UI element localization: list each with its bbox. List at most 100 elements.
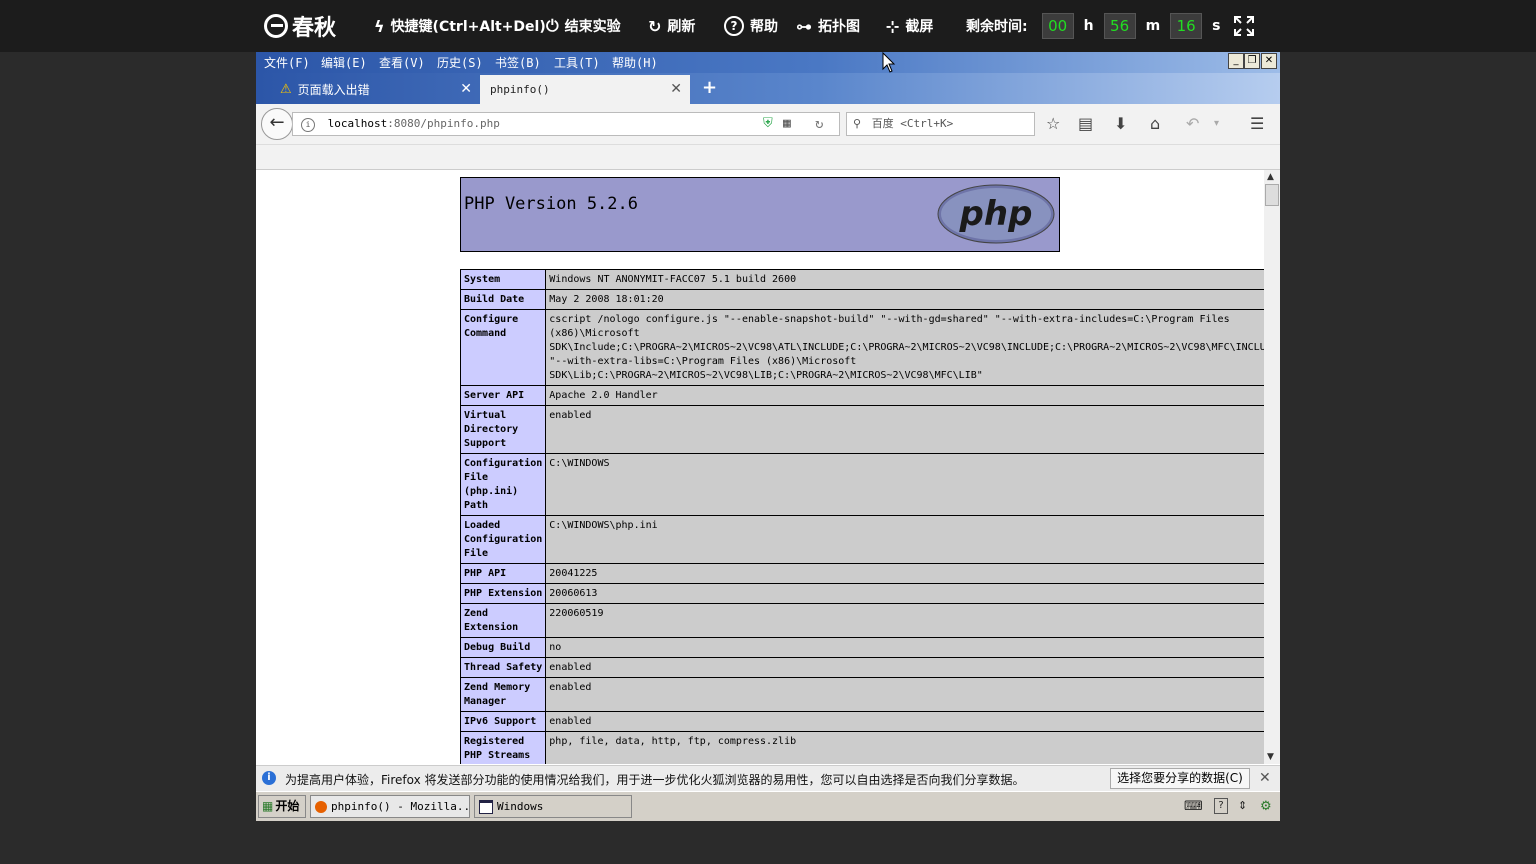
dropdown-icon[interactable]: ▾ bbox=[1214, 118, 1219, 129]
menu-help[interactable]: 帮助(H) bbox=[612, 54, 658, 71]
scroll-up-icon[interactable]: ▲ bbox=[1267, 172, 1274, 182]
minutes-value: 56 bbox=[1103, 13, 1136, 39]
row-value: no bbox=[545, 637, 1264, 658]
menu-bookmarks[interactable]: 书签(B) bbox=[495, 54, 541, 71]
undo-icon[interactable]: ↶ bbox=[1186, 114, 1199, 133]
menu-tools[interactable]: 工具(T) bbox=[554, 54, 600, 71]
browser-window: 文件(F) 编辑(E) 查看(V) 历史(S) 书签(B) 工具(T) 帮助(H… bbox=[256, 52, 1280, 821]
bookmark-star-icon[interactable]: ☆ bbox=[1046, 114, 1060, 133]
navigation-bar: ← i localhost:8080/phpinfo.php ⛨ ▦ ↻ ⚲ 百… bbox=[256, 104, 1280, 145]
home-icon[interactable]: ⌂ bbox=[1150, 114, 1160, 133]
row-key: IPv6 Support bbox=[459, 711, 547, 732]
menu-edit[interactable]: 编辑(E) bbox=[321, 54, 367, 71]
row-key: PHP API bbox=[459, 563, 547, 584]
row-value: May 2 2008 18:01:20 bbox=[545, 289, 1264, 310]
row-key: Thread Safety bbox=[459, 657, 547, 678]
refresh-label: 刷新 bbox=[667, 19, 696, 35]
menu-file[interactable]: 文件(F) bbox=[264, 54, 310, 71]
menu-bar: 文件(F) 编辑(E) 查看(V) 历史(S) 书签(B) 工具(T) 帮助(H… bbox=[256, 52, 1280, 73]
search-placeholder: 百度 <Ctrl+K> bbox=[871, 117, 954, 130]
row-key: PHP Extension bbox=[459, 583, 547, 604]
topology-label: 拓扑图 bbox=[818, 19, 860, 35]
table-row: Configuration File (php.ini) Path C:\WIND… bbox=[459, 453, 1264, 516]
table-row: Registered PHP Streams php, file, data, h… bbox=[459, 731, 1264, 764]
seconds-value: 16 bbox=[1170, 13, 1203, 39]
close-icon[interactable]: ✕ bbox=[1259, 770, 1271, 786]
tab-page-load-error[interactable]: ⚠ 页面载入出错 ✕ bbox=[268, 75, 480, 104]
back-arrow-icon: ← bbox=[269, 112, 285, 133]
remaining-time-label: 剩余时间: bbox=[966, 19, 1028, 35]
row-key: Configure Command bbox=[459, 309, 547, 386]
row-key: Loaded Configuration File bbox=[459, 515, 547, 564]
table-row: IPv6 Support enabled bbox=[459, 711, 1264, 732]
fullscreen-icon[interactable] bbox=[1234, 16, 1254, 36]
topology-button[interactable]: ⊶ 拓扑图 bbox=[796, 14, 860, 38]
table-row: Thread Safety enabled bbox=[459, 657, 1264, 678]
table-row: Zend Memory Manager enabled bbox=[459, 677, 1264, 712]
qrcode-icon[interactable]: ▦ bbox=[783, 113, 791, 135]
help-button[interactable]: ? 帮助 bbox=[724, 14, 778, 38]
url-bar[interactable]: i localhost:8080/phpinfo.php ⛨ ▦ ↻ bbox=[292, 112, 840, 136]
back-button[interactable]: ← bbox=[261, 108, 293, 140]
url-path: :8080/phpinfo.php bbox=[387, 117, 500, 130]
start-button[interactable]: ▦ 开始 bbox=[258, 795, 306, 818]
row-value: enabled bbox=[545, 677, 1264, 712]
download-icon[interactable]: ⬇ bbox=[1114, 114, 1127, 133]
row-value: php, file, data, http, ftp, compress.zli… bbox=[545, 731, 1264, 764]
search-bar[interactable]: ⚲ 百度 <Ctrl+K> bbox=[846, 112, 1035, 136]
table-row: Server API Apache 2.0 Handler bbox=[459, 385, 1264, 406]
close-tab-icon[interactable]: ✕ bbox=[670, 81, 682, 97]
arrows-tray-icon[interactable]: ⇕ bbox=[1238, 799, 1247, 812]
tab-label: 页面载入出错 bbox=[297, 83, 370, 97]
reading-list-icon[interactable]: ▤ bbox=[1078, 114, 1093, 133]
firefox-icon bbox=[315, 801, 327, 813]
row-value: C:\WINDOWS\php.ini bbox=[545, 515, 1264, 564]
scroll-thumb[interactable] bbox=[1265, 184, 1279, 206]
reload-icon[interactable]: ↻ bbox=[815, 113, 823, 135]
close-tab-icon[interactable]: ✕ bbox=[460, 81, 472, 97]
table-row: Debug Build no bbox=[459, 637, 1264, 658]
shortcut-label: 快捷键(Ctrl+Alt+Del) bbox=[390, 19, 546, 35]
row-key: Configuration File (php.ini) Path bbox=[459, 453, 547, 516]
refresh-button[interactable]: ↻ 刷新 bbox=[648, 14, 695, 38]
taskbar: ▦ 开始 phpinfo() - Mozilla... Windows ⌨ ? ⇕… bbox=[256, 791, 1280, 821]
seconds-unit: s bbox=[1212, 18, 1221, 34]
row-value: 220060519 bbox=[545, 603, 1264, 638]
close-window-button[interactable]: ✕ bbox=[1261, 53, 1277, 69]
row-value: enabled bbox=[545, 657, 1264, 678]
php-logo[interactable]: php bbox=[937, 184, 1055, 244]
table-row: Zend Extension 220060519 bbox=[459, 603, 1264, 638]
minimize-button[interactable]: _ bbox=[1228, 53, 1244, 69]
scroll-down-icon[interactable]: ▼ bbox=[1267, 752, 1274, 762]
row-key: System bbox=[459, 269, 547, 290]
menu-history[interactable]: 历史(S) bbox=[437, 54, 483, 71]
lab-toolbar: 春秋 ϟ 快捷键(Ctrl+Alt+Del) ⏻ 结束实验 ↻ 刷新 ? 帮助 … bbox=[0, 0, 1536, 52]
row-value: Apache 2.0 Handler bbox=[545, 385, 1264, 406]
taskbar-item-firefox[interactable]: phpinfo() - Mozilla... bbox=[310, 795, 470, 818]
row-value: enabled bbox=[545, 711, 1264, 732]
table-row: PHP Extension 20060613 bbox=[459, 583, 1264, 604]
hours-value: 00 bbox=[1041, 13, 1074, 39]
php-logo-text: php bbox=[959, 194, 1033, 234]
screenshot-button[interactable]: ⊹ 截屏 bbox=[886, 14, 933, 38]
end-experiment-button[interactable]: ⏻ 结束实验 bbox=[546, 14, 621, 38]
brand-e-icon bbox=[264, 14, 288, 38]
restore-button[interactable]: ❐ bbox=[1244, 53, 1260, 69]
network-tray-icon[interactable]: ⚙ bbox=[1260, 799, 1272, 814]
taskbar-item-windows[interactable]: Windows bbox=[474, 795, 632, 818]
shortcut-button[interactable]: ϟ 快捷键(Ctrl+Alt+Del) bbox=[374, 14, 546, 38]
table-row: PHP API 20041225 bbox=[459, 563, 1264, 584]
hamburger-menu-icon[interactable]: ☰ bbox=[1250, 114, 1264, 133]
keyboard-icon[interactable]: ⌨ bbox=[1184, 799, 1203, 814]
help-tray-icon[interactable]: ? bbox=[1214, 798, 1228, 814]
refresh-icon: ↻ bbox=[648, 16, 662, 36]
row-key: Zend Memory Manager bbox=[459, 677, 547, 712]
new-tab-icon[interactable]: + bbox=[702, 77, 717, 98]
tab-phpinfo[interactable]: phpinfo() ✕ bbox=[480, 75, 690, 104]
vertical-scrollbar[interactable]: ▲ ▼ bbox=[1264, 170, 1280, 764]
row-value: C:\WINDOWS bbox=[545, 453, 1264, 516]
table-row: Configure Command cscript /nologo configu… bbox=[459, 309, 1264, 386]
share-data-button[interactable]: 选择您要分享的数据(C) bbox=[1110, 768, 1250, 789]
menu-view[interactable]: 查看(V) bbox=[379, 54, 425, 71]
shield-icon[interactable]: ⛨ bbox=[763, 113, 773, 135]
